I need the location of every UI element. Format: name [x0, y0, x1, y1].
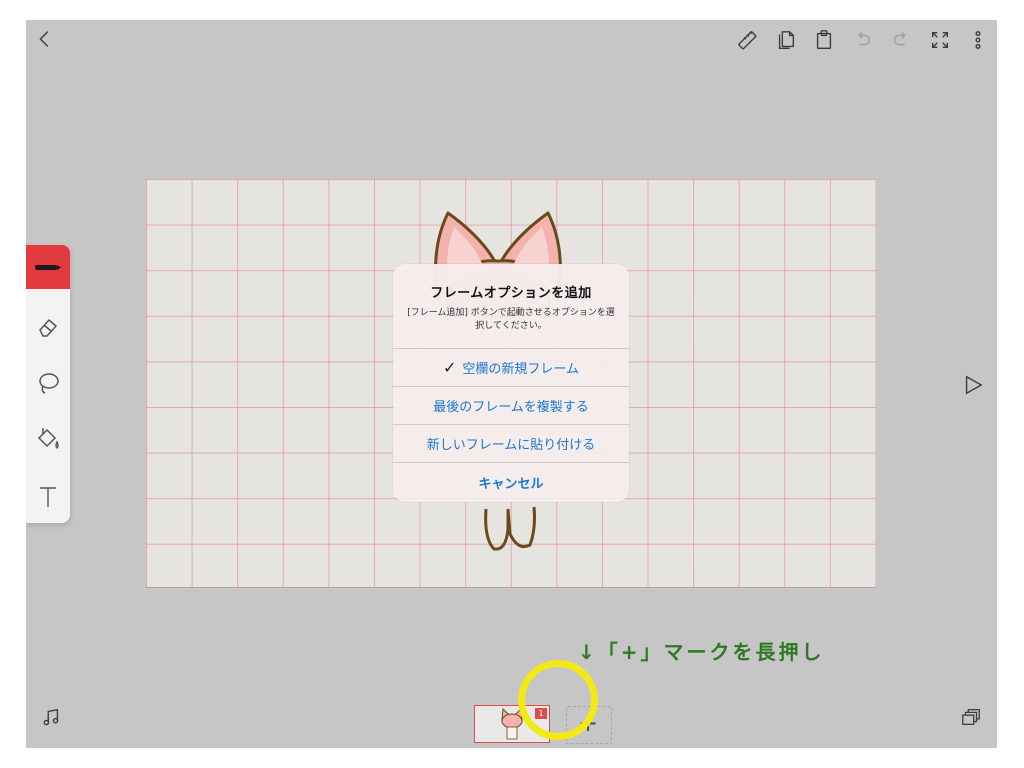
- option-label: 空欄の新規フレーム: [462, 362, 580, 377]
- option-blank-frame[interactable]: ✓ 空欄の新規フレーム: [393, 348, 629, 386]
- redo-icon[interactable]: [888, 27, 914, 53]
- more-icon[interactable]: [965, 27, 991, 53]
- copy-icon[interactable]: [773, 27, 799, 53]
- add-frame-options-dialog: フレームオプションを追加 [フレーム追加] ボタンで起動させるオプションを選択し…: [393, 264, 629, 502]
- highlight-ring: [518, 660, 598, 740]
- text-icon[interactable]: [26, 475, 70, 519]
- option-paste-new-frame[interactable]: 新しいフレームに貼り付ける: [393, 424, 629, 462]
- fill-bucket-icon[interactable]: [26, 417, 70, 461]
- app-window: フレームオプションを追加 [フレーム追加] ボタンで起動させるオプションを選択し…: [26, 20, 997, 748]
- back-chevron-icon[interactable]: [32, 26, 58, 52]
- dialog-message: [フレーム追加] ボタンで起動させるオプションを選択してください。: [407, 308, 615, 331]
- dialog-title: フレームオプションを追加: [430, 286, 592, 301]
- eraser-icon[interactable]: [26, 305, 70, 349]
- ruler-icon[interactable]: [734, 27, 760, 53]
- option-label: 最後のフレームを複製する: [433, 400, 589, 415]
- lasso-icon[interactable]: [26, 361, 70, 405]
- music-note-icon[interactable]: [38, 704, 64, 730]
- option-label: 新しいフレームに貼り付ける: [426, 438, 596, 453]
- cancel-button[interactable]: キャンセル: [393, 462, 629, 502]
- layers-icon[interactable]: [958, 704, 984, 730]
- play-icon[interactable]: [960, 372, 986, 398]
- option-duplicate-last-frame[interactable]: 最後のフレームを複製する: [393, 386, 629, 424]
- paste-icon[interactable]: [811, 27, 837, 53]
- annotation-text: ↓「+」マークを長押し: [578, 640, 825, 664]
- canvas-bottom-guide: [146, 587, 876, 588]
- checkmark-icon: ✓: [442, 358, 457, 377]
- dialog-header: フレームオプションを追加 [フレーム追加] ボタンで起動させるオプションを選択し…: [393, 264, 629, 348]
- tool-palette: [26, 245, 70, 523]
- undo-icon[interactable]: [850, 27, 876, 53]
- pen-icon[interactable]: [26, 245, 70, 289]
- fullscreen-icon[interactable]: [927, 27, 953, 53]
